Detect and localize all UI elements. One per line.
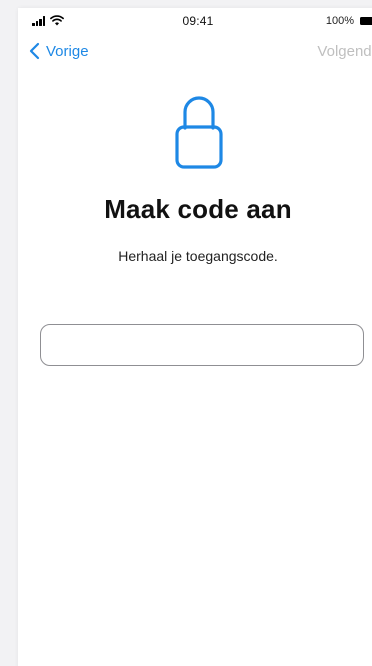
back-button[interactable]: Vorige [28, 42, 89, 60]
page-title: Maak code aan [104, 194, 292, 224]
app-background: 09:41 100% Vorige Volgende Maak code aan… [0, 0, 372, 666]
lock-icon [175, 96, 223, 169]
next-button[interactable]: Volgende [317, 43, 372, 60]
navigation-bar: Vorige Volgende [18, 40, 372, 68]
page-subtitle: Herhaal je toegangscode. [118, 248, 278, 264]
back-button-label: Vorige [46, 42, 89, 60]
battery-icon [360, 17, 372, 25]
passcode-input[interactable] [40, 324, 364, 366]
battery-percentage: 100% [325, 15, 354, 27]
screen: 09:41 100% Vorige Volgende Maak code aan… [18, 8, 372, 666]
status-bar: 09:41 100% [18, 8, 372, 30]
status-time: 09:41 [182, 14, 214, 28]
chevron-left-icon [29, 42, 40, 60]
